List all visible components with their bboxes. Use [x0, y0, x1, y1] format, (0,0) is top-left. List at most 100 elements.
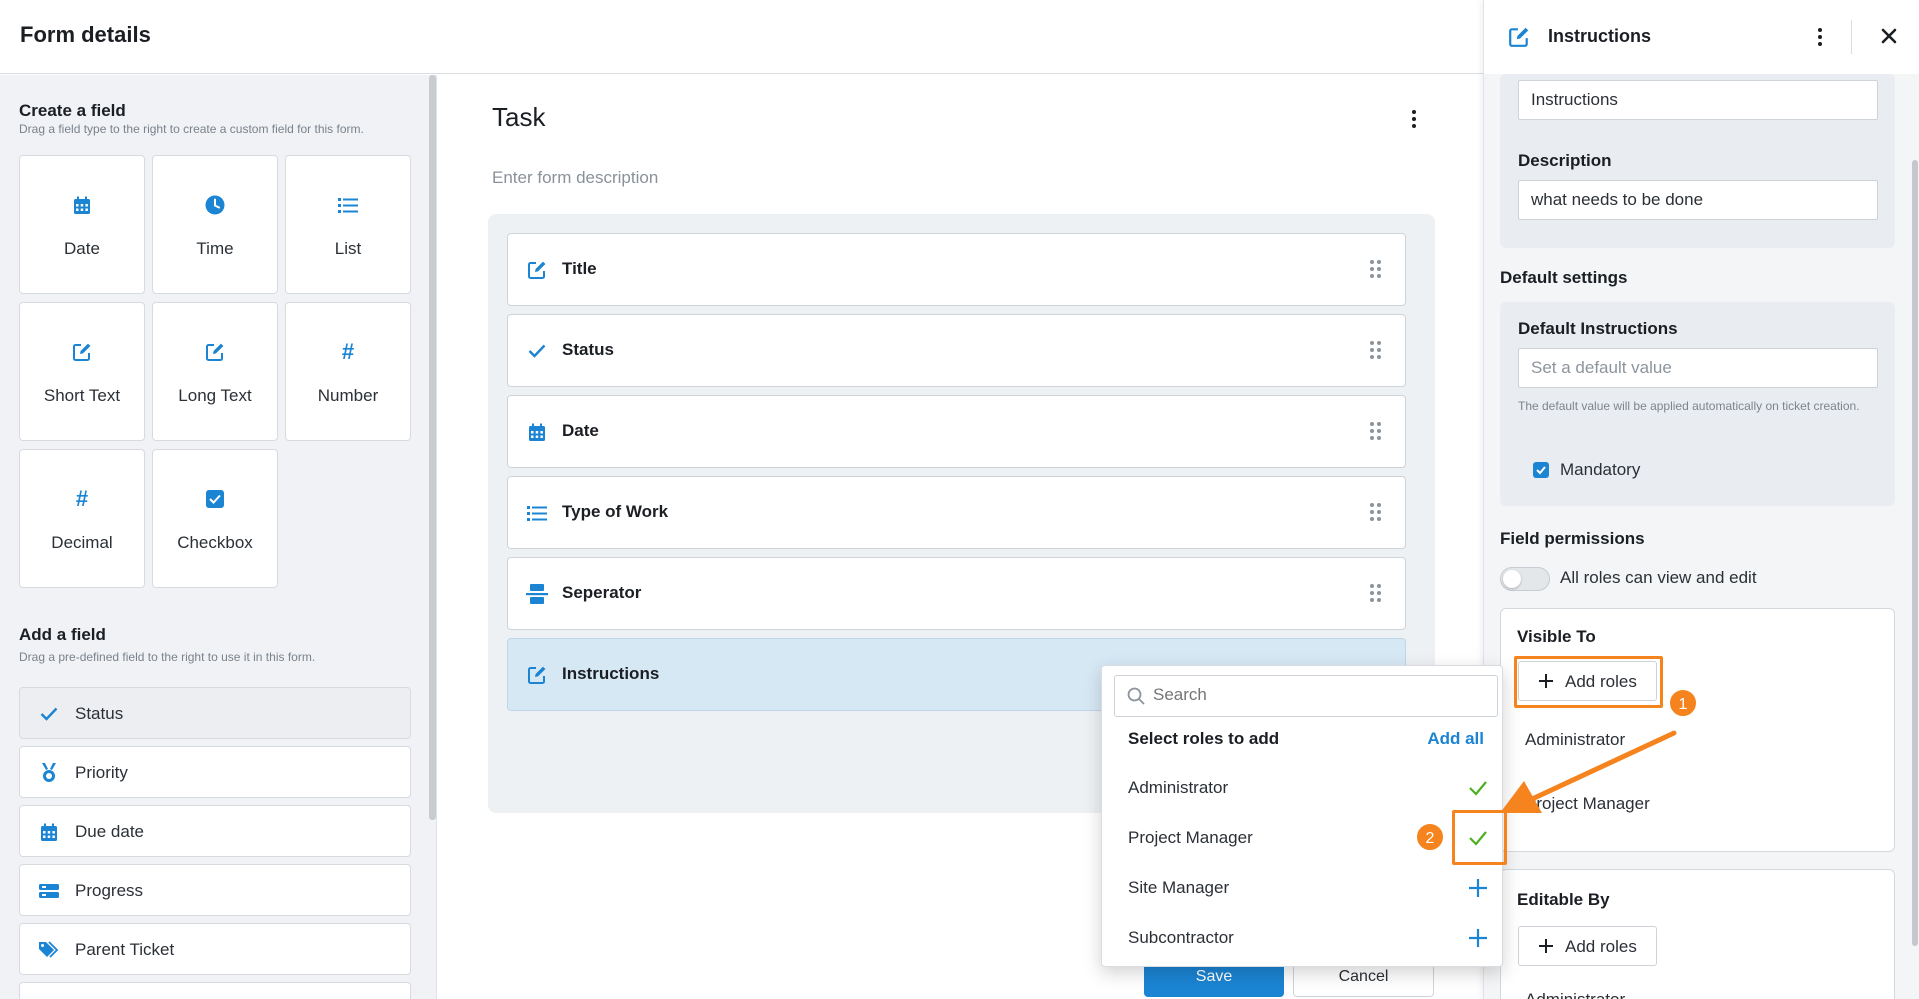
form-field-label: Date — [562, 421, 599, 440]
field-info-card: Instructions Description what needs to b… — [1500, 74, 1895, 248]
medal-icon — [38, 762, 60, 784]
field-type-short-text[interactable]: Short Text — [19, 302, 145, 441]
add-field-subtitle: Drag a pre-defined field to the right to… — [19, 650, 316, 664]
edit-icon — [526, 664, 548, 686]
mandatory-checkbox[interactable] — [1533, 462, 1549, 478]
drag-handle-icon[interactable] — [1370, 584, 1381, 602]
form-field-status[interactable]: Status — [507, 314, 1406, 387]
role-option-administrator[interactable]: Administrator — [1102, 763, 1502, 813]
tag-icon — [38, 939, 60, 961]
add-roles-button[interactable]: Add roles — [1518, 926, 1657, 966]
visible-role-item: Administrator — [1525, 730, 1626, 749]
default-help-text: The default value will be applied automa… — [1518, 399, 1860, 413]
add-field-title: Add a field — [19, 625, 106, 644]
visible-role-item: Project Manager — [1525, 794, 1650, 813]
form-description-input[interactable]: Enter form description — [492, 168, 658, 188]
predefined-field-more[interactable] — [19, 982, 411, 999]
default-value-input[interactable]: Set a default value — [1518, 348, 1878, 388]
description-input[interactable]: what needs to be done — [1518, 180, 1878, 220]
field-permissions-label: Field permissions — [1500, 529, 1645, 548]
visible-to-card: Visible To Add roles Administrator Proje… — [1500, 608, 1895, 852]
field-type-list[interactable]: List — [285, 155, 411, 294]
predefined-field-label: Priority — [75, 763, 128, 782]
form-field-title[interactable]: Title — [507, 233, 1406, 306]
clock-icon — [153, 194, 277, 216]
field-type-number[interactable]: # Number — [285, 302, 411, 441]
role-option-site-manager[interactable]: Site Manager — [1102, 863, 1502, 913]
field-type-time[interactable]: Time — [152, 155, 278, 294]
mandatory-label: Mandatory — [1560, 460, 1641, 479]
settings-scrollbar[interactable] — [1912, 160, 1918, 946]
settings-panel-header: Instructions — [1484, 0, 1919, 74]
field-settings-panel: Instructions Instructions Description wh… — [1483, 0, 1919, 999]
more-options-icon[interactable] — [1813, 24, 1827, 50]
form-field-type-of-work[interactable]: Type of Work — [507, 476, 1406, 549]
list-icon — [286, 194, 410, 216]
predefined-field-parent-ticket[interactable]: Parent Ticket — [19, 923, 411, 975]
hash-icon: # — [75, 486, 89, 511]
field-type-label: List — [334, 239, 362, 258]
default-instructions-label: Default Instructions — [1518, 319, 1678, 338]
calendar-icon — [20, 194, 144, 216]
close-icon[interactable] — [1877, 24, 1901, 48]
drag-handle-icon[interactable] — [1370, 503, 1381, 521]
form-field-label: Title — [562, 259, 597, 278]
editable-by-label: Editable By — [1517, 890, 1610, 909]
role-search-input[interactable] — [1153, 685, 1483, 705]
form-field-label: Status — [562, 340, 614, 359]
field-palette-panel: Create a field Drag a field type to the … — [0, 75, 437, 999]
plus-icon — [1539, 939, 1553, 953]
predefined-field-status[interactable]: Status — [19, 687, 411, 739]
form-title[interactable]: Task — [492, 102, 545, 133]
plus-icon — [1469, 879, 1487, 897]
check-icon — [38, 703, 60, 725]
form-field-date[interactable]: Date — [507, 395, 1406, 468]
hash-icon: # — [341, 339, 355, 364]
role-option-subcontractor[interactable]: Subcontractor — [1102, 913, 1502, 963]
predefined-field-label: Status — [75, 704, 124, 723]
progress-icon — [38, 880, 60, 902]
role-option-label: Administrator — [1128, 778, 1229, 797]
calendar-icon — [38, 821, 60, 843]
check-icon — [1469, 781, 1487, 796]
field-type-decimal[interactable]: # Decimal — [19, 449, 145, 588]
step-badge-2: 2 — [1415, 822, 1445, 852]
default-settings-label: Default settings — [1500, 268, 1628, 287]
create-field-subtitle: Drag a field type to the right to create… — [19, 122, 364, 136]
field-type-label: Decimal — [51, 533, 113, 552]
form-field-seperator[interactable]: Seperator — [507, 557, 1406, 630]
drag-handle-icon[interactable] — [1370, 422, 1381, 440]
left-scrollbar[interactable] — [429, 75, 436, 820]
predefined-field-priority[interactable]: Priority — [19, 746, 411, 798]
field-type-date[interactable]: Date — [19, 155, 145, 294]
create-field-title: Create a field — [19, 101, 126, 120]
predefined-field-due-date[interactable]: Due date — [19, 805, 411, 857]
calendar-icon — [526, 421, 548, 443]
field-type-long-text[interactable]: Long Text — [152, 302, 278, 441]
add-all-link[interactable]: Add all — [1427, 729, 1484, 749]
select-roles-heading: Select roles to add — [1128, 729, 1280, 748]
field-type-label: Short Text — [43, 386, 121, 405]
edit-icon — [526, 259, 548, 281]
all-roles-label: All roles can view and edit — [1560, 568, 1757, 587]
field-name-input[interactable]: Instructions — [1518, 80, 1878, 120]
edit-icon — [1508, 26, 1530, 53]
field-type-label: Checkbox — [177, 533, 253, 552]
add-roles-highlight — [1514, 656, 1663, 708]
all-roles-toggle[interactable] — [1500, 567, 1550, 591]
drag-handle-icon[interactable] — [1370, 260, 1381, 278]
editable-by-card: Editable By Add roles Administrator — [1500, 869, 1895, 999]
role-search-field[interactable] — [1114, 675, 1498, 717]
field-type-checkbox[interactable]: Checkbox — [152, 449, 278, 588]
predefined-field-label: Parent Ticket — [75, 940, 175, 959]
form-more-icon[interactable] — [1404, 105, 1424, 133]
plus-icon — [1469, 929, 1487, 947]
predefined-field-progress[interactable]: Progress — [19, 864, 411, 916]
edit-icon — [153, 341, 277, 363]
role-option-label: Project Manager — [1128, 828, 1253, 847]
header-bar: Form details — [0, 0, 1483, 74]
field-type-label: Number — [317, 386, 379, 405]
step-badge-1: 1 — [1668, 688, 1698, 718]
drag-handle-icon[interactable] — [1370, 341, 1381, 359]
field-type-label: Date — [64, 239, 100, 258]
